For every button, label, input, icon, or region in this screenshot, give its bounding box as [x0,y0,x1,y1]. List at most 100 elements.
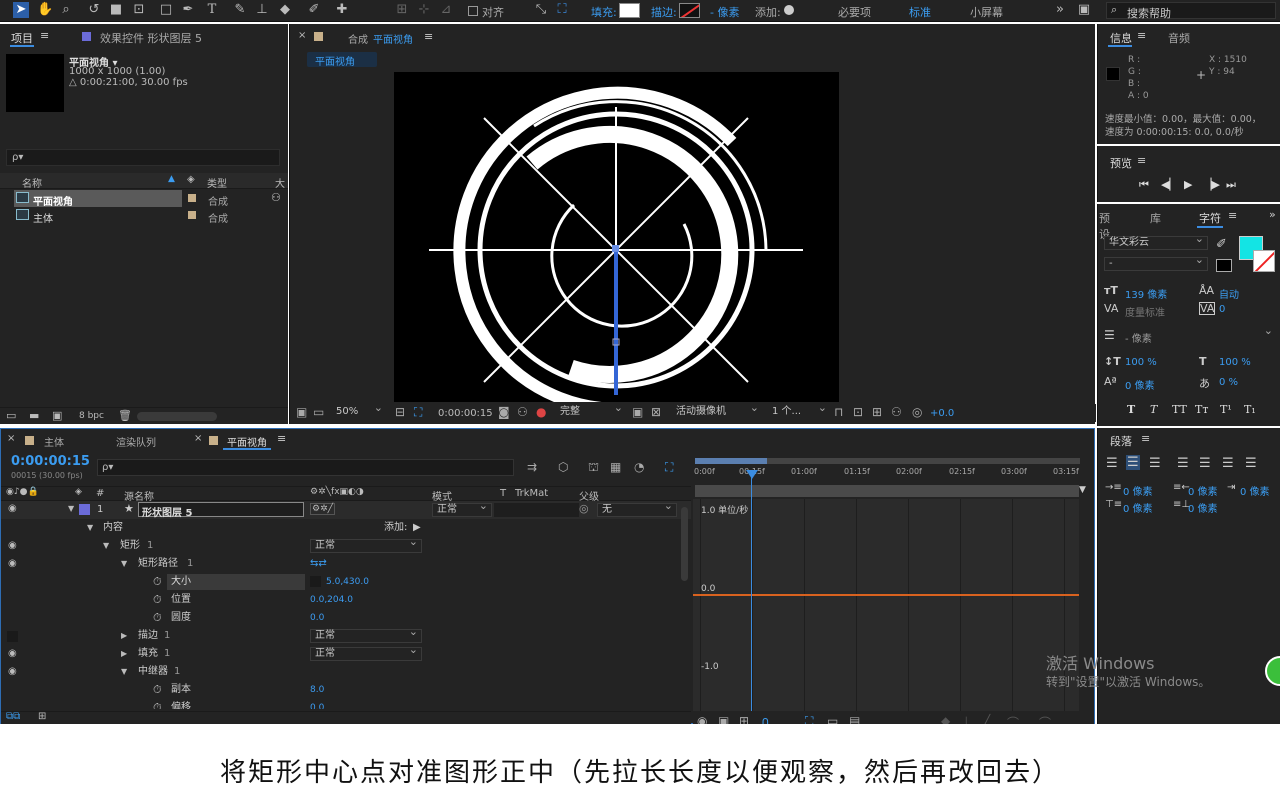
link-icon[interactable] [310,576,321,587]
views-select[interactable]: 1 个... [768,402,830,420]
shy-layers-icon[interactable]: ⛫ [588,460,599,476]
property-row[interactable]: ⏱ 圆度 0.0 [1,609,691,627]
menu-icon[interactable]: ≡ [1228,209,1237,222]
visibility-eye-icon[interactable]: ◉ [8,503,18,514]
comp-flow-tab[interactable]: 平面视角 [307,52,377,68]
tab-library[interactable]: 库 [1150,210,1161,226]
eyedropper-icon[interactable]: ✐ [1216,237,1227,252]
visibility-eye-icon[interactable]: ◉ [8,537,18,555]
next-frame-icon[interactable]: ▕▶ [1203,178,1220,191]
path-direction-icon[interactable]: ⇆⇄ [310,555,327,573]
region-of-interest-icon[interactable]: ⛶ [414,405,422,420]
layer-scrollbar[interactable] [681,507,688,581]
fit-icon[interactable]: ⊟ [395,405,405,419]
col-type[interactable]: 类型 [207,175,227,190]
font-style-select[interactable]: - [1104,254,1208,271]
last-frame-icon[interactable]: ⏭ [1226,178,1236,192]
workspace-menu-icon[interactable]: » [1052,2,1068,18]
toggle-pixel-icon[interactable]: ⊓ [834,405,843,419]
property-row[interactable]: ◉ ▼ 矩形 1 正常 [1,536,691,555]
property-row[interactable]: ◉ ▼ 中继器 1 [1,663,691,681]
stopwatch-icon[interactable]: ⏱ [153,609,162,627]
clone-stamp-tool-icon[interactable]: ⊥ [254,2,270,18]
offset-value[interactable]: 0.0 [310,699,324,709]
roto-brush-tool-icon[interactable]: ✐ [306,2,322,18]
vertical-scale-value[interactable]: 100 % [1125,357,1157,368]
position-value[interactable]: 0.0,204.0 [310,591,353,609]
snap-checkbox[interactable] [468,6,478,16]
col-trkmat[interactable]: TrkMat [515,488,548,499]
tracking-value[interactable]: 0 [1219,304,1225,315]
align-center-icon[interactable]: ☰ [1126,455,1140,470]
contents-row[interactable]: ▼ 内容 添加: ▶ [1,519,691,537]
tab-character[interactable]: 字符 [1199,210,1221,226]
visibility-eye-icon[interactable]: ◉ [8,555,18,573]
kerning-value[interactable]: 度量标准 [1125,304,1165,319]
justify-center-icon[interactable]: ☰ [1199,456,1211,471]
puppet-pin-tool-icon[interactable]: ✚ [334,2,350,18]
faux-bold-icon[interactable]: T [1127,403,1135,416]
space-before-value[interactable]: 0 像素 [1123,500,1153,515]
eraser-tool-icon[interactable]: ◆ [277,2,293,18]
property-row[interactable]: ⏱ 大小 5.0,430.0 [1,573,691,591]
pan-behind-tool-icon[interactable]: ⊡ [131,2,147,18]
property-row[interactable]: ⏱ 位置 0.0,204.0 [1,591,691,609]
copies-value[interactable]: 8.0 [310,681,324,699]
project-row[interactable]: 主体 合成 [0,207,288,225]
font-size-value[interactable]: 139 像素 [1125,286,1167,301]
ruler-bar[interactable] [695,485,1079,497]
panel-overflow-icon[interactable]: » [1269,208,1276,221]
tab-render-queue[interactable]: 渲染队列 [116,434,156,449]
workspace-small-screen[interactable]: 小屏幕 [970,4,1003,20]
justify-right-icon[interactable]: ☰ [1222,456,1234,471]
tab-effect-controls[interactable]: 效果控件 形状图层 5 [100,30,202,46]
brush-tool-icon[interactable]: ✎ [232,2,248,18]
col-size[interactable]: 大 [275,175,285,190]
twirl-closed-icon[interactable]: ▶ [121,627,127,645]
motion-blur-icon[interactable]: ◔ [634,460,644,474]
snap-edge-icon[interactable]: ⤡ [533,2,549,18]
menu-icon[interactable]: ≡ [40,29,49,42]
layer-name-field[interactable]: 形状图层 5 [138,502,304,519]
rectangle-tool-icon[interactable]: □ [158,2,174,18]
reset-exposure-icon[interactable]: ◎ [912,405,922,419]
tab-info[interactable]: 信息 [1110,30,1132,46]
toggle-transfer-icon[interactable]: ⊞ [38,711,46,722]
stroke-width-value[interactable]: - 像素 [1125,330,1152,345]
search-help-field[interactable]: ⌕ 搜索帮助 [1106,2,1276,20]
first-frame-icon[interactable]: ⏮ [1139,178,1149,192]
sync-settings-icon[interactable]: ▣ [1076,2,1092,18]
play-icon[interactable]: ▶ [1184,178,1192,191]
exposure-value[interactable]: +0.0 [930,408,954,419]
camera-tool-icon[interactable]: ■ [108,2,124,18]
menu-icon[interactable]: ≡ [424,30,433,43]
property-row[interactable]: ◉ ▶ 填充 1 正常 [1,644,691,663]
black-swatch[interactable] [1216,259,1232,272]
property-row[interactable]: ▶ 描边 1 正常 [1,626,691,645]
stopwatch-icon[interactable]: ⏱ [153,699,162,709]
stroke-swatch[interactable] [679,3,700,18]
layer-switches-icon[interactable]: ⚙✲╱ [310,503,336,515]
subscript-icon[interactable]: T₁ [1244,403,1256,416]
trkmat-select[interactable] [494,503,579,517]
toggle-layer-switches-icon[interactable]: ⧉⧉ [6,711,20,722]
twirl-open-icon[interactable]: ▼ [121,555,127,573]
superscript-icon[interactable]: T¹ [1220,403,1232,416]
type-tool-icon[interactable]: T [204,2,220,18]
axis-world-icon[interactable]: ⊹ [416,2,432,18]
stopwatch-icon[interactable]: ⏱ [153,591,162,609]
graph-editor-icon[interactable]: ⛶ [665,460,673,475]
new-folder-icon[interactable]: ▬ [29,409,39,422]
stopwatch-icon[interactable]: ⏱ [153,573,162,591]
interpret-footage-icon[interactable]: ▭ [6,409,16,422]
align-left-icon[interactable]: ☰ [1106,456,1118,471]
project-row[interactable]: 平面视角 合成 ⚇ [0,190,288,208]
tab-paragraph[interactable]: 段落 [1110,433,1132,449]
new-composition-icon[interactable]: ▣ [52,409,62,422]
comp-mini-flowchart-icon[interactable]: ⇉ [527,460,537,474]
blend-mode-select[interactable]: 正常 [310,644,422,661]
visibility-toggle-off[interactable] [7,631,18,642]
fast-preview-icon[interactable]: ⊡ [853,405,863,419]
project-search-field[interactable]: ρ▾ [6,149,280,166]
pen-tool-icon[interactable]: ✒ [180,2,196,18]
